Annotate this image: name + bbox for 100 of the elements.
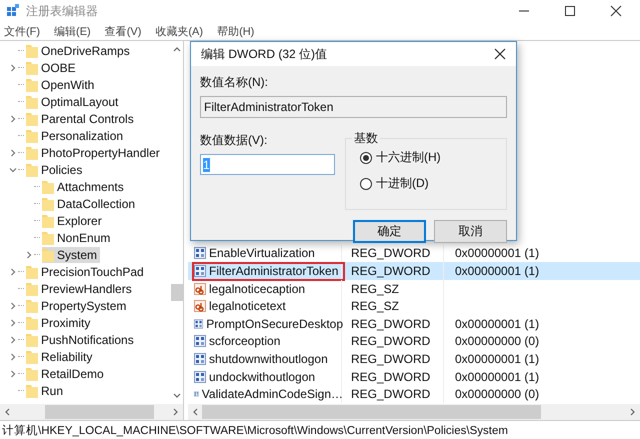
tree-item[interactable]: Policies (26, 162, 86, 178)
tree-item[interactable]: OOBE (26, 60, 79, 76)
tree-item[interactable]: Proximity (26, 314, 94, 330)
maximize-icon[interactable] (564, 5, 576, 17)
value-type: REG_DWORD (350, 316, 432, 331)
tree-item[interactable]: System (42, 246, 100, 262)
value-data: 0x00000001 (1) (455, 352, 540, 366)
scroll-left-icon[interactable] (4, 408, 10, 416)
value-name-field[interactable]: FilterAdministratorToken (200, 96, 507, 118)
chevron-icon[interactable] (9, 148, 17, 156)
tree-item[interactable]: PrecisionTouchPad (26, 264, 147, 280)
value-type: REG_SZ (350, 282, 400, 296)
scroll-right-icon[interactable] (630, 408, 636, 416)
tree-item[interactable]: Explorer (42, 212, 105, 228)
registry-icon (6, 4, 20, 18)
tree-item[interactable]: NonEnum (42, 230, 114, 246)
folder-icon (26, 78, 38, 92)
menu-item[interactable]: 帮助(H) (217, 24, 254, 38)
chevron-icon[interactable] (9, 370, 17, 378)
tree-item[interactable]: OneDriveRamps (26, 42, 133, 58)
tree-item[interactable]: Reliability (26, 348, 96, 364)
tree-item[interactable]: PushNotifications (26, 332, 137, 348)
folder-icon (42, 214, 54, 228)
chevron-icon[interactable] (9, 268, 17, 276)
scroll-up-icon[interactable] (172, 46, 180, 52)
tree-item[interactable]: PropertySystem (26, 298, 130, 314)
value-type: REG_DWORD (350, 246, 432, 260)
scrollbar-thumb[interactable] (45, 405, 154, 419)
radio-icon[interactable] (360, 178, 372, 190)
value-data: 0x00000001 (1) (455, 316, 540, 331)
value-name: legalnoticecaption (192, 279, 345, 298)
string-value-icon (194, 282, 206, 295)
window-title: 注册表编辑器 (26, 2, 98, 20)
value-data: 0x00000001 (1) (455, 264, 540, 278)
folder-icon (26, 282, 38, 296)
tree-item[interactable]: DataCollection (42, 196, 138, 212)
binary-value-icon (194, 353, 206, 366)
chevron-icon[interactable] (9, 352, 17, 360)
value-data: 0x00000000 (0) (455, 387, 540, 402)
folder-icon (26, 350, 38, 364)
field-label: 数值数据(V): (200, 132, 268, 148)
scrollbar-thumb[interactable] (202, 405, 542, 419)
radio-option[interactable]: 十进制(D) (360, 175, 506, 192)
value-type: REG_DWORD (350, 264, 432, 278)
menu-item[interactable]: 收藏夹(A) (155, 24, 204, 38)
value-type: REG_DWORD (350, 352, 432, 366)
tree-item[interactable]: Run (26, 382, 66, 398)
dialog-title: 编辑 DWORD (32 位)值 (201, 46, 327, 62)
tree-item[interactable]: Parental Controls (26, 110, 137, 126)
value-row[interactable]: FilterAdministratorToken REG_DWORD 0x00000001 (1) (188, 262, 640, 280)
status-bar: 计算机\HKEY_LOCAL_MACHINE\SOFTWARE\Microsoft\Windows\CurrentVersion\Policies\System (0, 420, 640, 439)
folder-icon (26, 298, 38, 312)
binary-value-icon (194, 318, 204, 330)
folder-icon (26, 94, 38, 108)
scroll-down-icon[interactable] (172, 393, 180, 399)
folder-icon (26, 146, 38, 160)
value-name: PromptOnSecureDesktop (192, 314, 345, 334)
value-type: REG_DWORD (350, 334, 432, 348)
chevron-icon[interactable] (25, 250, 33, 258)
value-data: 0x00000001 (1) (455, 246, 540, 260)
chevron-icon[interactable] (9, 302, 17, 310)
chevron-icon[interactable] (9, 114, 17, 122)
scrollbar-thumb[interactable] (170, 284, 182, 301)
tree-item[interactable]: OptimalLayout (26, 94, 122, 110)
chevron-icon[interactable] (9, 64, 17, 72)
chevron-icon[interactable] (9, 166, 17, 174)
tree-item[interactable]: Personalization (26, 128, 126, 144)
dialog-button[interactable]: 取消 (434, 220, 507, 243)
dialog-button[interactable]: 确定 (353, 220, 426, 243)
value-name: undockwithoutlogon (192, 367, 345, 386)
chevron-icon[interactable] (9, 336, 17, 344)
scroll-right-icon[interactable] (173, 408, 179, 416)
folder-icon (26, 128, 38, 142)
string-value-icon (194, 300, 206, 312)
folder-icon (42, 230, 54, 244)
radio-icon[interactable] (360, 152, 372, 164)
tree-item[interactable]: OpenWith (26, 76, 98, 92)
menu-item[interactable]: 查看(V) (104, 24, 142, 38)
close-icon[interactable] (494, 48, 506, 60)
value-name: EnableVirtualization (192, 244, 345, 263)
menu-item[interactable]: 文件(F) (4, 24, 40, 38)
binary-value-icon (194, 335, 206, 348)
tree-item[interactable]: PhotoPropertyHandler (26, 144, 163, 160)
field-label: 数值名称(N): (200, 74, 269, 90)
radio-option[interactable]: 十六进制(H) (360, 149, 506, 166)
folder-icon (42, 248, 54, 262)
value-type: REG_DWORD (350, 387, 432, 402)
folder-icon (26, 332, 38, 346)
folder-icon (26, 60, 38, 74)
tree-item[interactable]: RetailDemo (26, 366, 107, 382)
tree-item[interactable]: Attachments (42, 178, 127, 194)
chevron-icon[interactable] (9, 318, 17, 326)
folder-icon (26, 366, 38, 380)
folder-icon (26, 162, 38, 176)
close-icon[interactable] (610, 5, 622, 17)
menu-item[interactable]: 编辑(E) (54, 24, 91, 38)
folder-icon (26, 44, 38, 58)
tree-item[interactable]: PreviewHandlers (26, 280, 135, 296)
scroll-left-icon[interactable] (192, 408, 198, 416)
value-data: 0x00000000 (0) (455, 334, 540, 348)
